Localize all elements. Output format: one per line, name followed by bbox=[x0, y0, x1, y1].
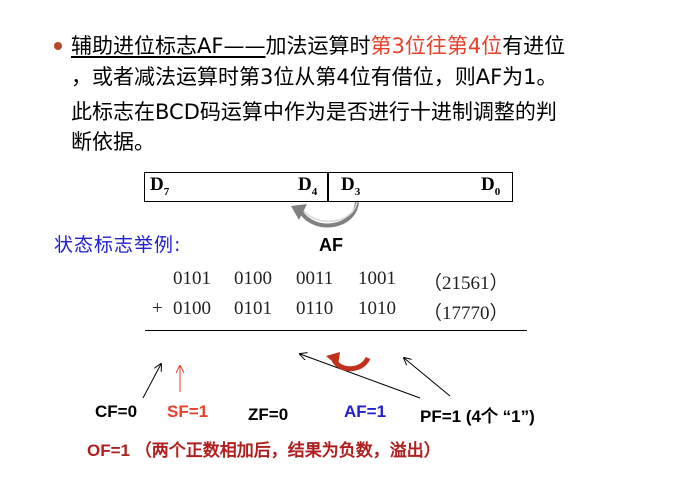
zf-flag: ZF=0 bbox=[248, 405, 289, 424]
of-flag-explanation: OF=1 （两个正数相加后，结果为负数，溢出） bbox=[87, 441, 441, 460]
pf-flag: PF=1 (4个 “1”) bbox=[420, 407, 535, 426]
pf-pointer-arrow bbox=[300, 354, 421, 399]
cf-flag: CF=0 bbox=[95, 402, 138, 421]
af-flag: AF=1 bbox=[344, 402, 387, 421]
pf-pointer-arrow-2 bbox=[404, 358, 451, 397]
sf-flag: SF=1 bbox=[167, 402, 209, 421]
cf-pointer-arrow bbox=[142, 364, 161, 399]
